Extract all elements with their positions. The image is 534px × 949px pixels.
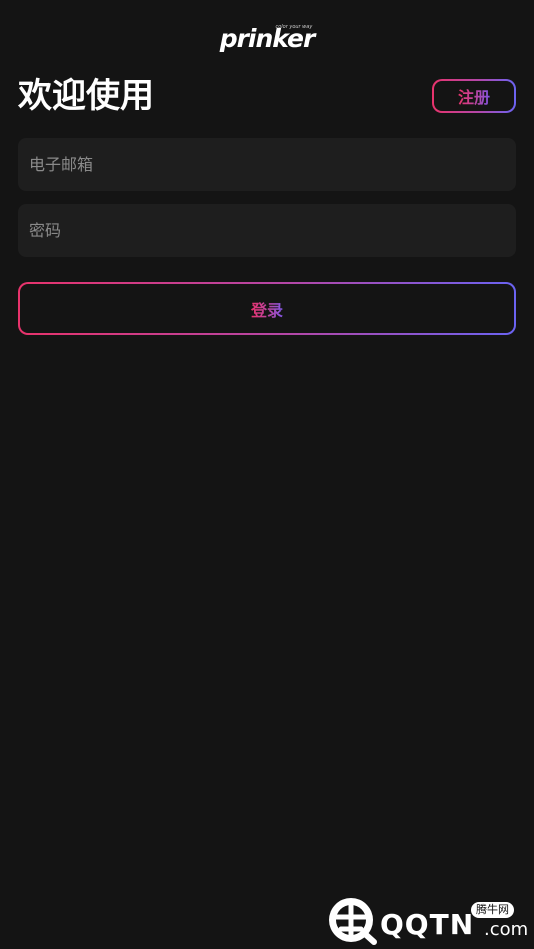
register-button-label: 注册 [458, 84, 490, 108]
qqtn-logo-icon [329, 898, 377, 945]
login-button-label: 登录 [251, 297, 283, 321]
logo-tagline: color your way [275, 24, 313, 30]
site-watermark: QQTN .com 腾牛网 [324, 893, 530, 945]
watermark-badge: 腾牛网 [471, 902, 514, 918]
login-button[interactable]: 登录 [18, 282, 516, 335]
app-logo: prinker color your way [0, 22, 534, 56]
watermark-domain: .com [484, 919, 529, 940]
login-button-inner: 登录 [20, 284, 514, 333]
register-button[interactable]: 注册 [432, 79, 516, 113]
watermark-brand: QQTN [380, 908, 475, 941]
logo-wrap: prinker color your way [220, 22, 316, 56]
register-button-inner: 注册 [434, 81, 514, 111]
email-field[interactable] [18, 138, 516, 191]
page-title: 欢迎使用 [18, 76, 154, 116]
password-field[interactable] [18, 204, 516, 257]
